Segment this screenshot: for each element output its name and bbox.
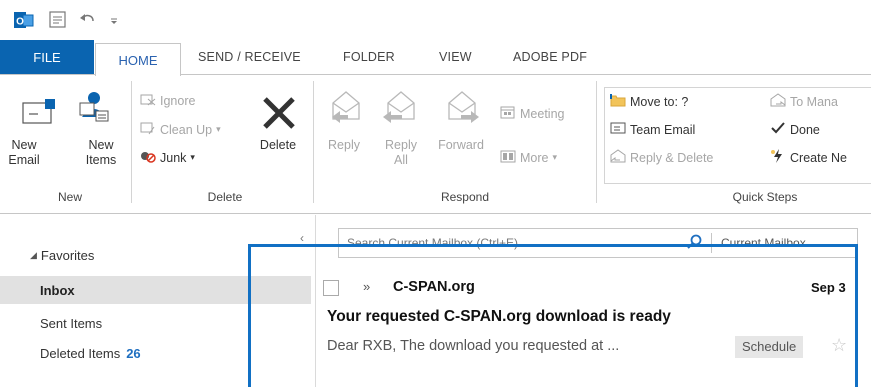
junk-label: Junk [160,150,187,165]
forward-icon[interactable] [446,89,480,123]
ignore-label: Ignore [160,93,196,108]
junk-icon [140,149,156,166]
outlook-icon[interactable]: O [14,10,34,30]
triangle-down-icon: ◢ [30,250,37,260]
clean-up-label: Clean Up [160,122,213,137]
clean-up-icon [140,121,156,138]
delete-button[interactable]: Delete [254,138,302,153]
more-button[interactable]: More ▾ [500,149,557,166]
inbox-label: Inbox [40,283,75,298]
reply-all-button[interactable]: Reply All [378,138,424,168]
tab-file[interactable]: FILE [0,40,94,75]
forward-button[interactable]: Forward [431,138,491,153]
tab-folder[interactable]: FOLDER [343,50,395,72]
unread-count-badge: 26 [126,346,141,361]
ignore-button[interactable]: Ignore [140,92,195,109]
quick-steps-gallery [604,87,871,184]
deleted-label: Deleted Items [40,346,121,361]
title-bar: O [0,0,871,40]
new-email-icon[interactable] [22,99,56,125]
ribbon-tabs: FILE HOME SEND / RECEIVE FOLDER VIEW ADO… [0,40,871,76]
ignore-icon [140,92,156,109]
favorites-label: Favorites [40,248,95,263]
quick-access-icon[interactable] [48,10,68,30]
new-items-button[interactable]: New Items [72,138,130,168]
collapse-pane-icon[interactable]: ‹ [300,231,304,245]
meeting-label: Meeting [520,106,565,121]
group-label-new: New [57,190,82,204]
tab-adobe-pdf[interactable]: ADOBE PDF [513,50,587,72]
nav-item-deleted[interactable]: Deleted Items 26 [40,346,141,361]
group-separator [596,81,597,203]
chevron-down-icon: ▾ [216,124,221,134]
new-email-button[interactable]: New Email [2,138,46,168]
group-label-respond: Respond [440,190,490,204]
more-icon [500,149,516,166]
svg-text:O: O [16,17,24,28]
meeting-button[interactable]: Meeting [500,105,564,122]
tab-home[interactable]: HOME [95,43,181,76]
delete-icon[interactable] [259,93,299,133]
reply-icon[interactable] [330,89,362,123]
nav-item-sent[interactable]: Sent Items [40,316,102,331]
new-items-icon[interactable] [78,89,110,125]
group-label-delete: Delete [207,190,243,204]
tab-send-receive[interactable]: SEND / RECEIVE [198,50,301,72]
undo-icon[interactable] [78,10,98,30]
junk-button[interactable]: Junk ▾ [140,149,195,166]
customize-toolbar-icon[interactable] [105,10,125,30]
group-separator [131,81,132,203]
highlight-box [248,244,858,387]
chevron-down-icon: ▾ [190,152,195,162]
group-separator [313,81,314,203]
tab-view[interactable]: VIEW [439,50,472,72]
group-label-quick-steps: Quick Steps [732,190,798,204]
favorites-header[interactable]: ◢ Favorites [30,248,94,263]
chevron-down-icon: ▾ [552,152,558,162]
clean-up-button[interactable]: Clean Up ▾ [140,121,221,138]
meeting-icon [500,105,516,122]
reply-button[interactable]: Reply [324,138,364,153]
reply-all-icon[interactable] [382,89,418,123]
more-label: More [520,150,549,165]
